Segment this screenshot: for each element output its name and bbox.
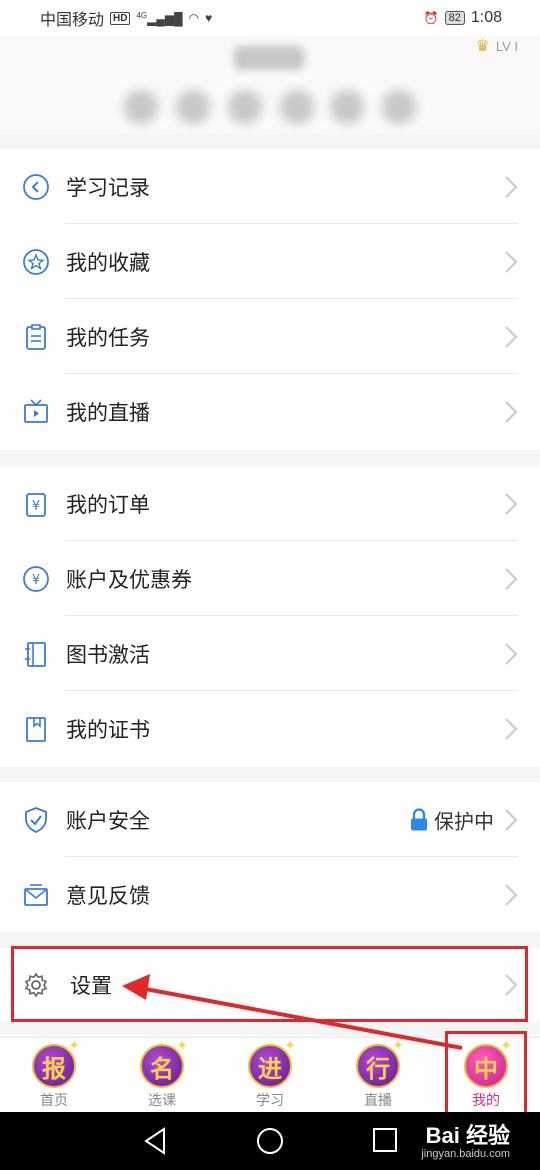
highlight-box-settings bbox=[11, 946, 528, 1022]
svg-text:¥: ¥ bbox=[32, 499, 40, 514]
level-label: LV I bbox=[495, 38, 518, 54]
watermark-logo: Bai 经验 bbox=[425, 1123, 510, 1148]
menu-row-favorites[interactable]: 我的收藏 bbox=[0, 224, 540, 299]
blurred-username bbox=[234, 46, 304, 70]
menu-row-label: 我的证书 bbox=[66, 718, 150, 742]
tab-label: 学习 bbox=[256, 1092, 284, 1108]
blurred-stat bbox=[330, 90, 364, 124]
heart-icon: ♥ bbox=[205, 11, 213, 25]
system-nav-bar: Bai 经验 jingyan.baidu.com bbox=[0, 1112, 540, 1170]
tab-study[interactable]: 进 学习 bbox=[216, 1038, 324, 1112]
tv-play-icon bbox=[22, 398, 50, 426]
clipboard-icon bbox=[22, 323, 50, 351]
tab-label: 首页 bbox=[40, 1092, 68, 1108]
security-status: 保护中 bbox=[410, 805, 494, 834]
menu-row-label: 我的直播 bbox=[66, 401, 150, 425]
blurred-stat bbox=[124, 90, 158, 124]
menu-row-label: 学习记录 bbox=[66, 176, 150, 200]
lock-icon bbox=[411, 808, 427, 831]
highlight-box-mine-tab bbox=[445, 1031, 527, 1116]
blurred-stat bbox=[382, 90, 416, 124]
menu-row-label: 账户及优惠券 bbox=[66, 568, 192, 592]
menu-row-book-activation[interactable]: 图书激活 bbox=[0, 616, 540, 691]
svg-text:¥: ¥ bbox=[32, 573, 40, 588]
order-receipt-icon: ¥ bbox=[22, 490, 50, 518]
tab-label: 选课 bbox=[148, 1092, 176, 1108]
back-icon[interactable] bbox=[142, 1127, 168, 1155]
tab-live-icon: 行 bbox=[356, 1038, 404, 1088]
alarm-icon: ⏰ bbox=[423, 11, 439, 25]
menu-row-live[interactable]: 我的直播 bbox=[0, 374, 540, 449]
shield-check-icon bbox=[22, 806, 50, 834]
clock: 1:08 bbox=[470, 9, 502, 26]
star-circle-icon bbox=[22, 248, 50, 276]
tab-live[interactable]: 行 直播 bbox=[324, 1038, 432, 1112]
menu-row-label: 意见反馈 bbox=[66, 884, 150, 908]
security-status-label: 保护中 bbox=[434, 811, 494, 833]
menu-group-security: 账户安全 保护中 意见反馈 bbox=[0, 782, 540, 932]
certificate-icon bbox=[22, 715, 50, 743]
yen-coin-icon: ¥ bbox=[22, 565, 50, 593]
profile-header: ♛ LV I bbox=[0, 36, 540, 134]
menu-group-learning: 学习记录 我的收藏 我的任务 我的直播 bbox=[0, 149, 540, 450]
blurred-stat bbox=[176, 90, 210, 124]
blurred-stat bbox=[280, 90, 314, 124]
carrier-label: 中国移动 bbox=[40, 12, 105, 29]
menu-row-label: 我的收藏 bbox=[66, 251, 150, 275]
home-icon[interactable] bbox=[256, 1127, 284, 1155]
menu-row-label: 账户安全 bbox=[66, 809, 150, 833]
menu-row-label: 图书激活 bbox=[66, 643, 150, 667]
menu-row-label: 我的任务 bbox=[66, 326, 150, 350]
menu-row-account-security[interactable]: 账户安全 保护中 bbox=[0, 782, 540, 857]
tab-study-icon: 进 bbox=[248, 1038, 296, 1088]
recents-icon[interactable] bbox=[372, 1127, 398, 1153]
tab-courses-icon: 名 bbox=[140, 1038, 188, 1088]
hd-badge: HD bbox=[110, 11, 131, 25]
tab-home[interactable]: 报 首页 bbox=[0, 1038, 108, 1112]
chevron-right-icon bbox=[505, 325, 518, 348]
blurred-stat bbox=[228, 90, 262, 124]
menu-group-account: ¥ 我的订单 ¥ 账户及优惠券 图书激活 我的证书 bbox=[0, 466, 540, 767]
battery-indicator: 82 bbox=[444, 11, 465, 25]
watermark-url: jingyan.baidu.com bbox=[421, 1148, 510, 1160]
chevron-right-icon bbox=[505, 808, 518, 831]
menu-row-coupons[interactable]: ¥ 账户及优惠券 bbox=[0, 541, 540, 616]
status-bar: 中国移动 HD 4G▂▄▆█ ◠ ♥ ⏰ 82 1:08 bbox=[0, 0, 540, 36]
chevron-right-icon bbox=[505, 492, 518, 515]
signal-icon: 4G▂▄▆█ bbox=[136, 10, 183, 26]
chevron-right-icon bbox=[505, 400, 518, 423]
tab-home-icon: 报 bbox=[32, 1038, 80, 1088]
chevron-right-icon bbox=[505, 642, 518, 665]
chevron-right-icon bbox=[505, 883, 518, 906]
chevron-right-icon bbox=[505, 175, 518, 198]
menu-row-study-record[interactable]: 学习记录 bbox=[0, 149, 540, 224]
level-badge[interactable]: ♛ LV I bbox=[475, 36, 518, 56]
tab-label: 直播 bbox=[364, 1092, 392, 1108]
crown-icon: ♛ bbox=[475, 38, 490, 55]
wifi-icon: ◠ bbox=[188, 11, 200, 25]
menu-row-feedback[interactable]: 意见反馈 bbox=[0, 857, 540, 932]
menu-row-label: 我的订单 bbox=[66, 493, 150, 517]
menu-row-tasks[interactable]: 我的任务 bbox=[0, 299, 540, 374]
chevron-right-icon bbox=[505, 567, 518, 590]
feedback-mail-icon bbox=[22, 881, 50, 909]
chevron-left-circle-icon bbox=[22, 173, 50, 201]
menu-row-certificates[interactable]: 我的证书 bbox=[0, 691, 540, 766]
book-icon bbox=[22, 640, 50, 668]
tab-courses[interactable]: 名 选课 bbox=[108, 1038, 216, 1112]
chevron-right-icon bbox=[505, 717, 518, 740]
menu-row-orders[interactable]: ¥ 我的订单 bbox=[0, 466, 540, 541]
chevron-right-icon bbox=[505, 250, 518, 273]
